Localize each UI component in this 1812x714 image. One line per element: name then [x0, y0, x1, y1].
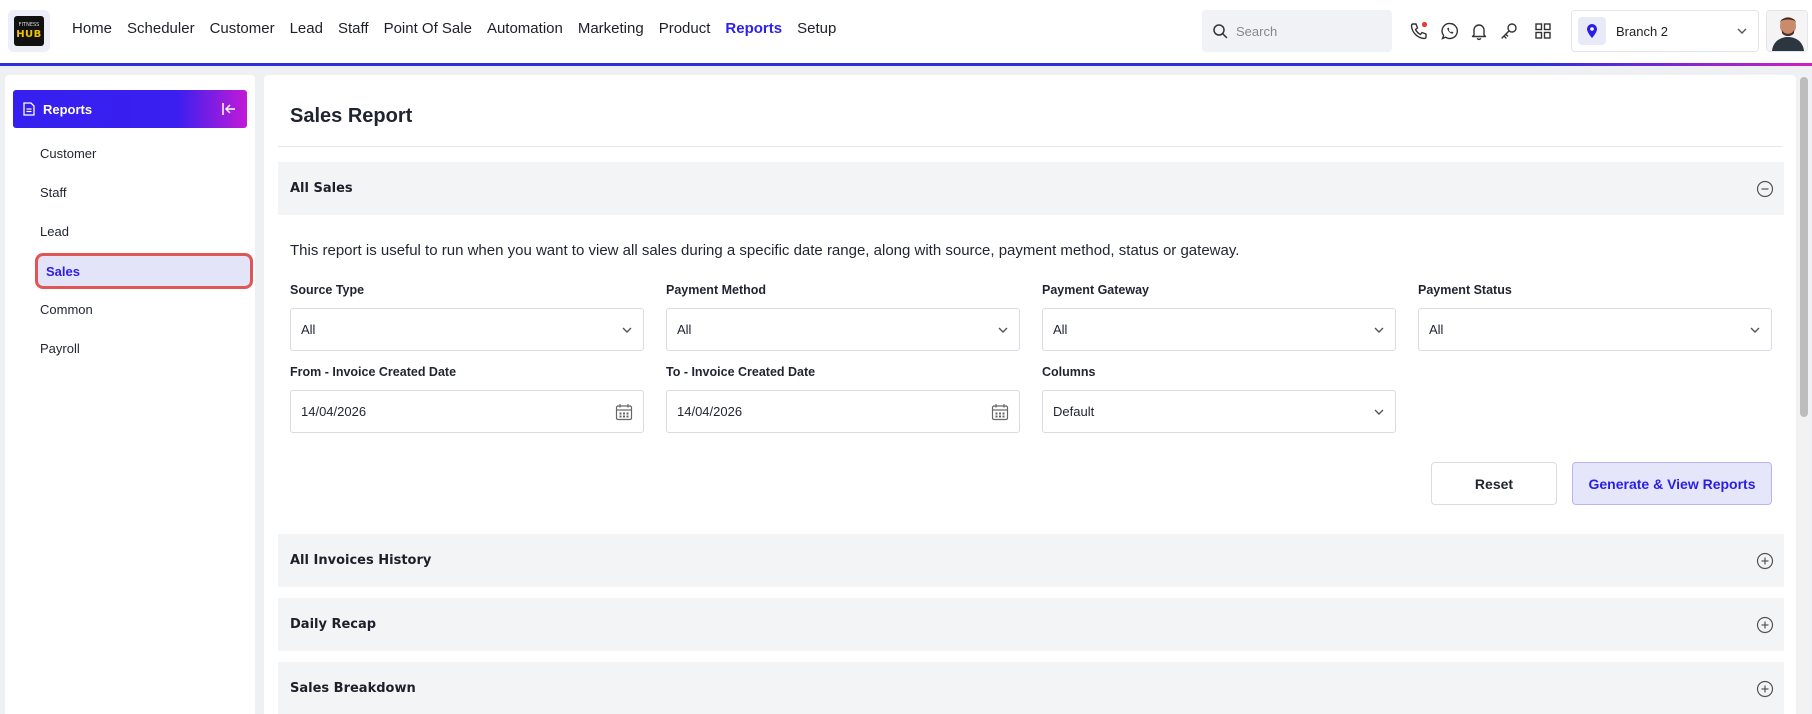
nav-setup[interactable]: Setup	[797, 20, 836, 37]
select-value: All	[301, 322, 316, 337]
reset-button[interactable]: Reset	[1431, 462, 1557, 505]
branch-selector[interactable]: Branch 2	[1571, 10, 1759, 52]
sidebar-item-label: Sales	[46, 263, 80, 279]
search-icon	[1213, 24, 1228, 39]
main-content: Sales Report All Sales This report is us…	[264, 75, 1796, 714]
report-description: This report is useful to run when you wa…	[290, 242, 1240, 259]
select-value: Default	[1053, 404, 1095, 419]
generate-reports-button[interactable]: Generate & View Reports	[1572, 462, 1772, 505]
select-value: All	[1429, 322, 1444, 337]
payment-status-label: Payment Status	[1418, 283, 1512, 297]
sidebar-item-payroll[interactable]: Payroll	[40, 341, 80, 356]
search-input[interactable]	[1236, 23, 1376, 39]
columns-select[interactable]: Default	[1042, 390, 1396, 433]
whatsapp-icon[interactable]	[1439, 20, 1461, 42]
accordion-title: All Sales	[290, 181, 353, 196]
accordion-sales-breakdown[interactable]: Sales Breakdown	[278, 662, 1784, 714]
source-type-select[interactable]: All	[290, 308, 644, 351]
branch-label: Branch 2	[1616, 23, 1669, 39]
scrollbar-thumb[interactable]	[1800, 77, 1808, 417]
sidebar: Reports Customer Staff Lead Sales Common…	[5, 75, 255, 714]
sidebar-item-customer[interactable]: Customer	[40, 146, 96, 161]
accordion-title: All Invoices History	[290, 553, 432, 568]
expand-plus-icon[interactable]	[1756, 680, 1774, 698]
nav-automation[interactable]: Automation	[487, 20, 563, 37]
top-navbar: FITNESS HUB Home Scheduler Customer Lead…	[0, 0, 1812, 63]
nav-staff[interactable]: Staff	[338, 20, 369, 37]
accordion-all-sales[interactable]: All Sales	[278, 162, 1784, 215]
calendar-icon[interactable]	[615, 403, 633, 421]
nav-product[interactable]: Product	[659, 20, 711, 37]
payment-gateway-label: Payment Gateway	[1042, 283, 1149, 297]
apps-grid-icon[interactable]	[1532, 20, 1554, 42]
collapse-minus-icon[interactable]	[1756, 180, 1774, 198]
logo-mark: FITNESS HUB	[14, 16, 44, 46]
nav-point-of-sale[interactable]: Point Of Sale	[384, 20, 472, 37]
chevron-down-icon	[622, 327, 632, 333]
accordion-daily-recap[interactable]: Daily Recap	[278, 598, 1784, 651]
expand-plus-icon[interactable]	[1756, 552, 1774, 570]
sidebar-title: Reports	[43, 101, 93, 117]
from-date-field[interactable]: 14/04/2026	[290, 390, 644, 433]
logo-text: HUB	[16, 29, 42, 40]
accordion-all-invoices-history[interactable]: All Invoices History	[278, 534, 1784, 587]
key-icon[interactable]	[1498, 20, 1520, 42]
nav-scheduler[interactable]: Scheduler	[127, 20, 195, 37]
app-logo[interactable]: FITNESS HUB	[8, 10, 50, 52]
page-title: Sales Report	[290, 105, 413, 127]
date-value: 14/04/2026	[677, 404, 743, 419]
payment-method-label: Payment Method	[666, 283, 767, 297]
divider	[278, 146, 1782, 147]
nav-customer[interactable]: Customer	[210, 20, 275, 37]
payment-status-select[interactable]: All	[1418, 308, 1772, 351]
to-date-label: To - Invoice Created Date	[666, 365, 816, 379]
chevron-down-icon	[998, 327, 1008, 333]
document-icon	[23, 102, 35, 116]
payment-method-select[interactable]: All	[666, 308, 1020, 351]
topbar-accent-line	[0, 63, 1812, 66]
to-date-field[interactable]: 14/04/2026	[666, 390, 1020, 433]
collapse-sidebar-icon[interactable]	[221, 102, 237, 116]
nav-home[interactable]: Home	[72, 20, 112, 37]
accordion-title: Daily Recap	[290, 617, 377, 632]
phone-icon[interactable]	[1408, 20, 1430, 42]
sidebar-item-sales[interactable]: Sales	[35, 253, 253, 289]
select-value: All	[677, 322, 692, 337]
logo-top-text: FITNESS	[18, 22, 40, 28]
expand-plus-icon[interactable]	[1756, 616, 1774, 634]
avatar-image	[1767, 11, 1807, 51]
chevron-down-icon	[1750, 327, 1760, 333]
global-search[interactable]	[1202, 10, 1392, 52]
chevron-down-icon	[1737, 28, 1747, 34]
nav-lead[interactable]: Lead	[290, 20, 323, 37]
sidebar-item-common[interactable]: Common	[40, 302, 93, 317]
date-value: 14/04/2026	[301, 404, 367, 419]
columns-label: Columns	[1042, 365, 1096, 379]
payment-gateway-select[interactable]: All	[1042, 308, 1396, 351]
accordion-title: Sales Breakdown	[290, 681, 416, 696]
source-type-label: Source Type	[290, 283, 365, 297]
bell-icon[interactable]	[1468, 20, 1490, 42]
select-value: All	[1053, 322, 1068, 337]
from-date-label: From - Invoice Created Date	[290, 365, 457, 379]
sidebar-item-staff[interactable]: Staff	[40, 185, 67, 200]
main-nav: Home Scheduler Customer Lead Staff Point…	[72, 20, 851, 37]
sidebar-header: Reports	[13, 90, 247, 128]
nav-marketing[interactable]: Marketing	[578, 20, 644, 37]
chevron-down-icon	[1374, 409, 1384, 415]
nav-reports[interactable]: Reports	[725, 20, 782, 37]
sidebar-item-lead[interactable]: Lead	[40, 224, 69, 239]
user-avatar[interactable]	[1766, 10, 1808, 52]
location-pin-icon	[1578, 17, 1606, 45]
calendar-icon[interactable]	[991, 403, 1009, 421]
chevron-down-icon	[1374, 327, 1384, 333]
